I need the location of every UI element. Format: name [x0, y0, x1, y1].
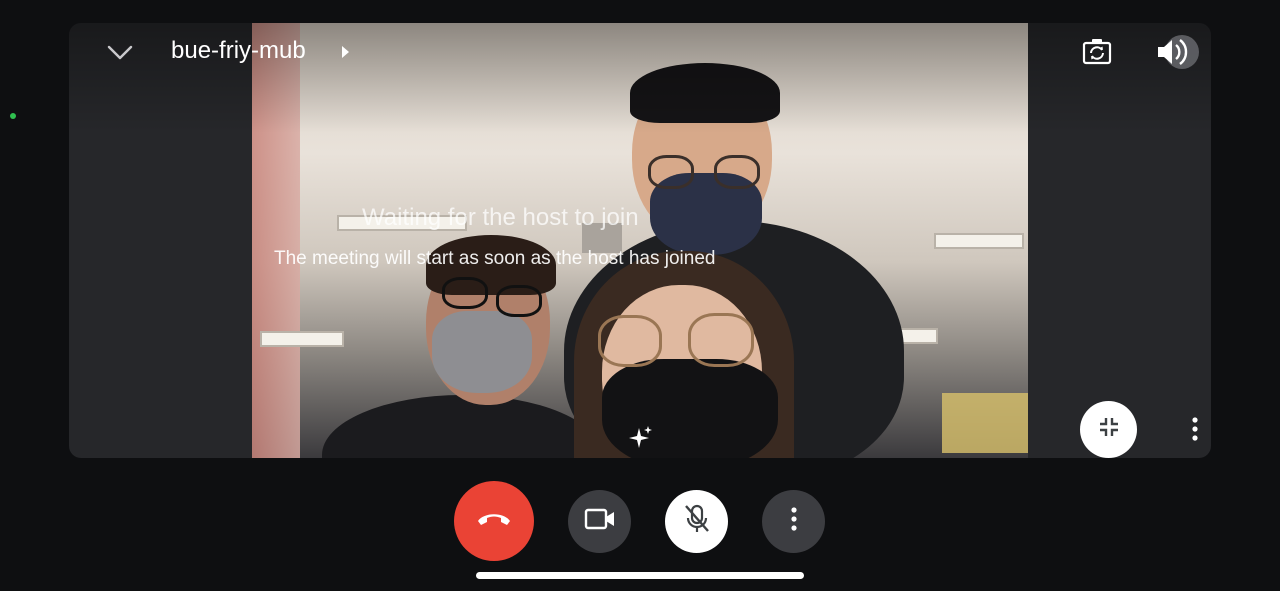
fullscreen-exit-button[interactable]: [1080, 401, 1137, 458]
video-scene-person: [322, 395, 602, 458]
video-stage: [69, 23, 1211, 458]
status-dot: [10, 113, 16, 119]
camera-toggle-button[interactable]: [568, 490, 631, 553]
mic-off-icon: [682, 503, 712, 540]
fullscreen-exit-icon: [1097, 415, 1121, 444]
video-scene-glasses: [648, 155, 694, 189]
sparkle-icon[interactable]: [628, 425, 654, 451]
video-scene-light: [934, 233, 1024, 249]
home-indicator[interactable]: [476, 572, 804, 579]
video-scene-glasses: [496, 285, 542, 317]
phone-hangup-icon: [474, 509, 514, 534]
video-scene-glasses: [688, 313, 754, 367]
waiting-title: Waiting for the host to join: [362, 204, 639, 231]
chevron-down-icon[interactable]: [106, 39, 134, 65]
waiting-subtitle: The meeting will start as soon as the ho…: [274, 248, 716, 269]
more-options-button[interactable]: [762, 490, 825, 553]
more-vert-icon: [788, 506, 800, 537]
video-scene-mask: [432, 311, 532, 393]
video-scene-board: [942, 393, 1028, 453]
video-scene-glasses: [442, 277, 488, 309]
meeting-code[interactable]: bue-friy-mub: [171, 37, 306, 65]
flip-camera-icon[interactable]: [1080, 35, 1114, 69]
video-scene-glasses: [598, 315, 662, 367]
play-arrow-icon[interactable]: [340, 44, 350, 60]
end-call-button[interactable]: [454, 481, 534, 561]
videocam-icon: [584, 507, 616, 536]
video-scene-light: [260, 331, 344, 347]
volume-icon[interactable]: [1154, 33, 1200, 71]
mic-toggle-button[interactable]: [665, 490, 728, 553]
call-controls: [0, 480, 1280, 561]
video-scene-glasses: [714, 155, 760, 189]
more-vert-icon[interactable]: [1185, 414, 1205, 444]
